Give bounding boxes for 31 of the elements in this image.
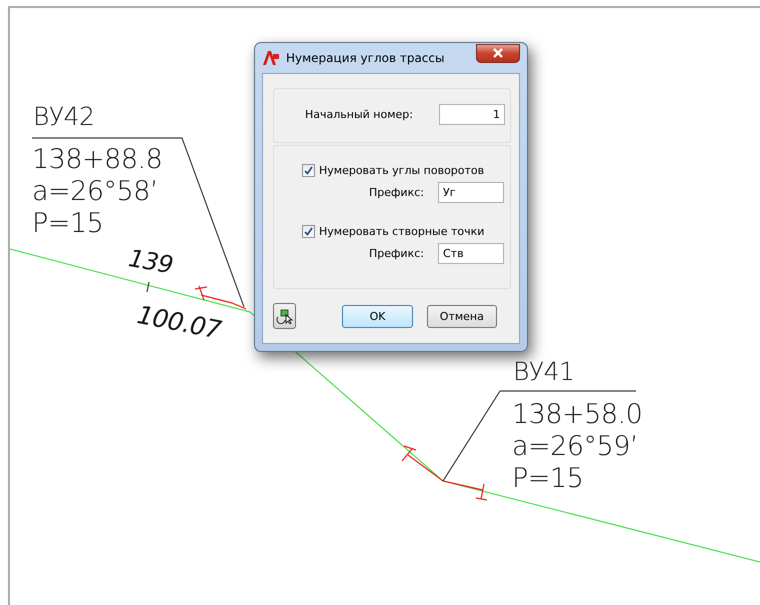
checkbox-label: Нумеровать створные точки (319, 225, 484, 238)
checkbox[interactable] (302, 225, 315, 238)
cancel-button[interactable]: Отмена (426, 304, 497, 328)
ok-button[interactable]: OK (342, 304, 413, 328)
vertex-parameter: P=15 (32, 210, 104, 237)
close-icon (492, 48, 504, 58)
prefix-field[interactable]: Ств (438, 243, 504, 264)
station-label: 139 (126, 246, 175, 278)
field-label: Префикс: (369, 186, 425, 199)
vertex-parameter: a=26°58’ (32, 178, 158, 205)
close-button[interactable] (476, 44, 520, 62)
checkbox[interactable] (302, 164, 315, 177)
app-icon (262, 50, 280, 66)
start-number-field[interactable]: 1 (439, 104, 505, 125)
field-label: Начальный номер: (305, 108, 414, 121)
vertex-name: ВУ41 (513, 359, 574, 384)
field-label: Префикс: (369, 247, 425, 260)
vertex-parameter: 138+88.8 (32, 146, 162, 173)
checkmark-icon (304, 166, 313, 175)
station-offset: 100.07 (135, 302, 223, 343)
pick-point-button[interactable] (273, 303, 296, 329)
prefix-field[interactable]: Уг (438, 182, 504, 203)
vertex-parameter: 138+58.0 (512, 401, 642, 428)
checkmark-icon (304, 227, 313, 236)
vertex-parameter: P=15 (512, 465, 584, 492)
vertex-parameter: a=26°59’ (512, 433, 638, 460)
window-title: Нумерация углов трассы (286, 51, 446, 65)
pick-cursor-icon (276, 308, 294, 324)
vertex-name: ВУ42 (33, 104, 94, 129)
checkbox-label: Нумеровать углы поворотов (319, 164, 484, 177)
station-tick (146, 282, 150, 292)
